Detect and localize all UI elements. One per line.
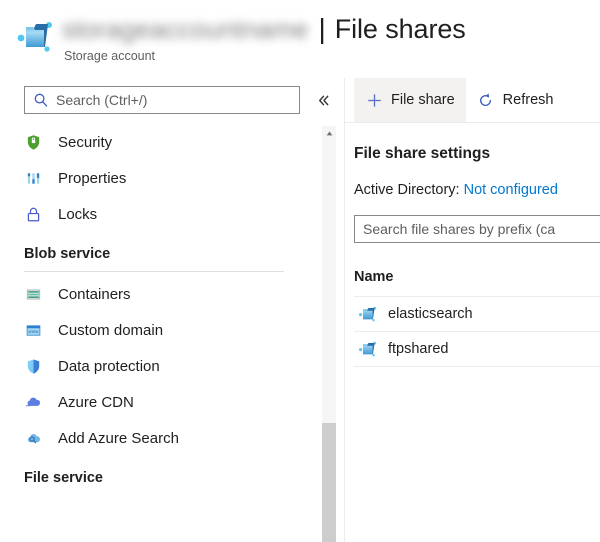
- lock-icon: [24, 205, 42, 223]
- sidebar-item-data-protection[interactable]: Data protection: [0, 348, 344, 384]
- resource-type-subtitle: Storage account: [64, 49, 156, 63]
- containers-icon: [24, 285, 42, 303]
- table-row[interactable]: elasticsearch: [354, 296, 600, 331]
- active-directory-link[interactable]: Not configured: [464, 182, 558, 198]
- sidebar-search-row: [0, 78, 344, 124]
- sidebar-scrollbar[interactable]: [322, 126, 336, 542]
- table-header-name: Name: [354, 269, 394, 285]
- content-panel: File share Refresh File share settings A…: [345, 78, 600, 542]
- sidebar-item-azure-cdn[interactable]: Azure CDN: [0, 384, 344, 420]
- sidebar-item-label: Properties: [58, 169, 127, 187]
- sidebar-item-label: Azure CDN: [58, 393, 134, 411]
- refresh-icon: [477, 91, 495, 109]
- active-directory-label: Active Directory:: [354, 182, 460, 198]
- custom-domain-icon: www: [24, 321, 42, 339]
- page-title: File shares: [334, 13, 466, 44]
- file-share-name: elasticsearch: [388, 306, 473, 322]
- content-toolbar: File share Refresh: [345, 78, 600, 123]
- sidebar-item-label: Locks: [58, 205, 98, 223]
- table-row[interactable]: ftpshared: [354, 331, 600, 367]
- refresh-label: Refresh: [502, 92, 554, 108]
- storage-account-icon: [14, 16, 56, 54]
- shield-lock-icon: [24, 133, 42, 151]
- sidebar-scrollbar-thumb[interactable]: [322, 423, 336, 542]
- refresh-button[interactable]: Refresh: [466, 78, 565, 122]
- prefix-search-input[interactable]: [355, 221, 600, 237]
- sidebar-nav-list: Security Properties Locks Blob service C…: [0, 124, 344, 490]
- sidebar-group-heading-file: File service: [24, 470, 103, 486]
- search-icon: [33, 92, 49, 108]
- body-area: Security Properties: [0, 78, 600, 542]
- active-directory-row: Active Directory: Not configured: [345, 163, 600, 198]
- shield-icon: [24, 357, 42, 375]
- plus-icon: [365, 91, 383, 109]
- resource-menu-sidebar: Security Properties: [0, 78, 345, 542]
- file-share-icon: [358, 305, 378, 323]
- page-header: storageaccountname | File shares Storage…: [0, 0, 600, 78]
- add-file-share-label: File share: [391, 92, 455, 108]
- cloud-search-icon: [24, 429, 42, 447]
- sidebar-item-label: Data protection: [58, 357, 160, 375]
- prefix-search-box[interactable]: [354, 215, 600, 243]
- add-file-share-button[interactable]: File share: [354, 78, 466, 122]
- file-share-settings-heading: File share settings: [354, 145, 491, 162]
- sidebar-group-heading-blob: Blob service: [24, 246, 111, 262]
- sidebar-item-label: Add Azure Search: [58, 429, 179, 447]
- chevron-double-left-icon[interactable]: [310, 87, 336, 113]
- properties-bars-icon: [24, 169, 42, 187]
- sidebar-group-divider: [24, 271, 284, 272]
- sidebar-item-properties[interactable]: Properties: [0, 160, 344, 196]
- sidebar-item-security[interactable]: Security: [0, 124, 344, 160]
- sidebar-item-label: Security: [58, 133, 113, 151]
- file-share-name: ftpshared: [388, 341, 449, 357]
- storage-account-name-redacted: storageaccountname: [62, 13, 309, 44]
- file-share-icon: [358, 340, 378, 358]
- title-line: storageaccountname | File shares: [62, 12, 600, 46]
- cloud-icon: [24, 393, 42, 411]
- sidebar-item-add-azure-search[interactable]: Add Azure Search: [0, 420, 344, 456]
- header-row: storageaccountname | File shares Storage…: [0, 12, 600, 63]
- file-shares-table: Name elasticsearch ftpshared: [345, 269, 600, 367]
- sidebar-item-custom-domain[interactable]: www Custom domain: [0, 312, 344, 348]
- search-box[interactable]: [24, 86, 300, 114]
- sidebar-item-locks[interactable]: Locks: [0, 196, 344, 232]
- svg-text:www: www: [28, 328, 39, 333]
- title-separator: |: [318, 13, 326, 44]
- prefix-search-wrap: [345, 198, 600, 243]
- sidebar-item-label: Containers: [58, 285, 131, 303]
- sidebar-item-label: Custom domain: [58, 321, 164, 339]
- header-text-block: storageaccountname | File shares Storage…: [62, 12, 600, 64]
- caret-up-icon[interactable]: [322, 126, 336, 140]
- search-input[interactable]: [56, 92, 281, 108]
- sidebar-item-containers[interactable]: Containers: [0, 276, 344, 312]
